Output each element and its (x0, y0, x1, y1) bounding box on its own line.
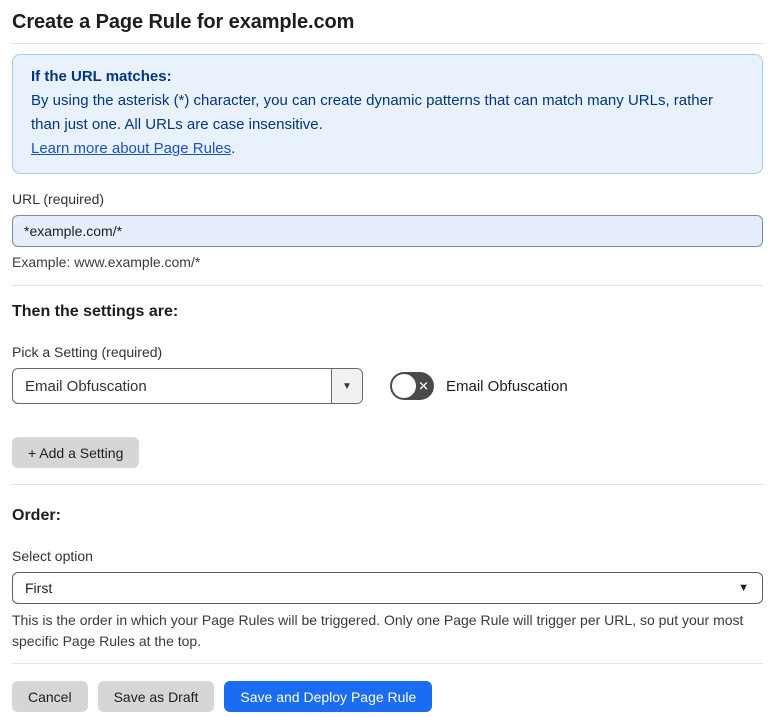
url-matches-callout: If the URL matches: By using the asteris… (12, 54, 763, 174)
toggle-off-x-icon: ✕ (418, 378, 429, 394)
email-obfuscation-toggle[interactable]: ✕ (390, 372, 434, 400)
chevron-down-icon[interactable]: ▼ (331, 369, 362, 403)
callout-heading: If the URL matches: (31, 68, 172, 85)
pick-setting-label: Pick a Setting (required) (12, 344, 163, 360)
save-and-deploy-button[interactable]: Save and Deploy Page Rule (224, 681, 433, 712)
learn-more-link[interactable]: Learn more about Page Rules (31, 140, 231, 157)
title-divider (12, 43, 763, 44)
order-help-text: This is the order in which your Page Rul… (12, 612, 744, 649)
setting-dropdown[interactable]: Email Obfuscation ▼ (12, 368, 363, 404)
url-example-text: Example: www.example.com/* (12, 254, 201, 270)
toggle-label: Email Obfuscation (446, 377, 568, 395)
callout-link-line: Learn more about Page Rules. (31, 137, 744, 161)
url-input[interactable] (12, 215, 763, 247)
footer-divider (12, 663, 763, 664)
order-section-heading: Order: (12, 507, 61, 524)
caret-down-icon: ▼ (738, 582, 749, 594)
cancel-button[interactable]: Cancel (12, 681, 88, 712)
order-dropdown-value: First (25, 580, 53, 596)
section-divider (12, 285, 763, 286)
page-rule-form: Create a Page Rule for example.com If th… (0, 0, 775, 712)
setting-dropdown-value: Email Obfuscation (25, 377, 147, 395)
settings-section-heading: Then the settings are: (12, 303, 179, 320)
toggle-knob (392, 374, 416, 398)
save-as-draft-button[interactable]: Save as Draft (97, 681, 215, 712)
url-field-label: URL (required) (12, 191, 105, 207)
link-period: . (231, 140, 236, 157)
footer-actions: Cancel Save as Draft Save and Deploy Pag… (12, 681, 763, 712)
order-dropdown[interactable]: First ▼ (12, 572, 763, 604)
section-divider (12, 484, 763, 485)
callout-body: By using the asterisk (*) character, you… (31, 92, 713, 133)
page-title: Create a Page Rule for example.com (12, 11, 355, 33)
add-setting-button[interactable]: + Add a Setting (12, 437, 140, 468)
order-select-label: Select option (12, 548, 93, 564)
setting-row: Email Obfuscation ▼ ✕ Email Obfuscation (12, 368, 763, 404)
